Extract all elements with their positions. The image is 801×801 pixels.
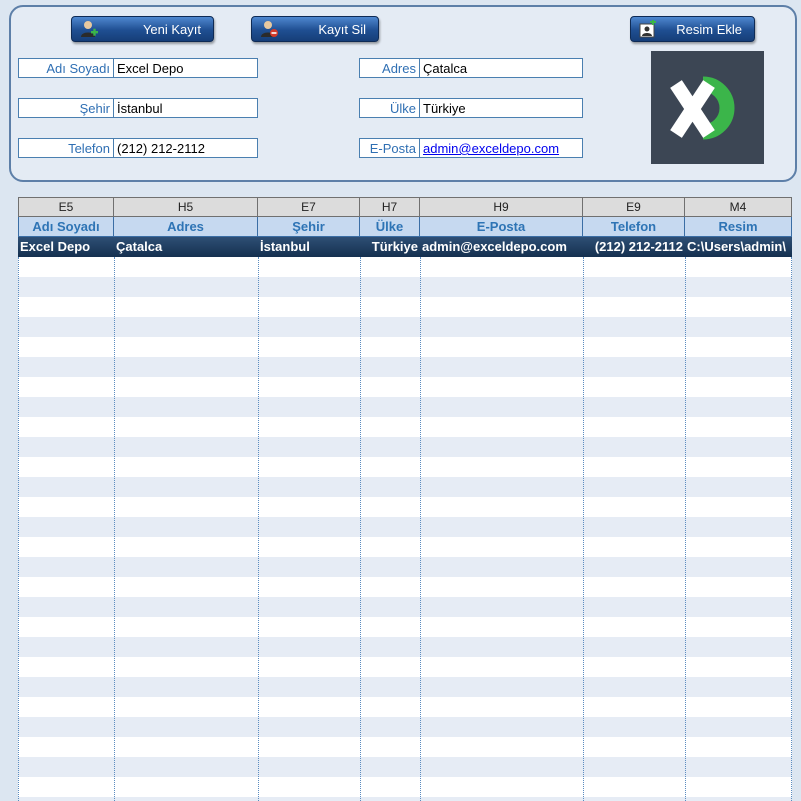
country-field[interactable]: Türkiye: [420, 98, 583, 118]
column-divider: [420, 257, 421, 801]
column-divider: [258, 257, 259, 801]
ref-cell: M4: [685, 197, 792, 217]
column-header-image[interactable]: Resim: [685, 217, 792, 237]
empty-table-rows[interactable]: [18, 257, 792, 801]
ref-cell: E7: [258, 197, 360, 217]
column-header-country[interactable]: Ülke: [360, 217, 420, 237]
ref-cell: E9: [583, 197, 685, 217]
exceldepo-logo-icon: [670, 76, 735, 140]
table-cell[interactable]: İstanbul: [258, 237, 360, 257]
column-divider: [583, 257, 584, 801]
column-divider: [360, 257, 361, 801]
table-cell[interactable]: Excel Depo: [18, 237, 114, 257]
delete-record-label: Kayıt Sil: [318, 22, 366, 37]
table-cell[interactable]: admin@exceldepo.com: [420, 237, 583, 257]
ref-cell: H5: [114, 197, 258, 217]
address-field[interactable]: Çatalca: [420, 58, 583, 78]
city-field[interactable]: İstanbul: [114, 98, 258, 118]
phone-label: Telefon: [18, 138, 114, 158]
country-label: Ülke: [359, 98, 420, 118]
new-record-button[interactable]: Yeni Kayıt: [71, 16, 214, 42]
column-divider: [18, 257, 19, 801]
email-field[interactable]: admin@exceldepo.com: [420, 138, 583, 158]
add-picture-icon: [639, 20, 656, 38]
phone-field[interactable]: (212) 212-2112: [114, 138, 258, 158]
email-label: E-Posta: [359, 138, 420, 158]
column-header-address[interactable]: Adres: [114, 217, 258, 237]
remove-user-icon: [261, 21, 278, 37]
table-cell[interactable]: Çatalca: [114, 237, 258, 257]
column-divider: [791, 257, 792, 801]
table-cell[interactable]: C:\Users\admin\: [685, 237, 792, 257]
table-row[interactable]: Excel Depo Çatalca İstanbul Türkiye admi…: [18, 237, 792, 257]
table-header-row: Adı Soyadı Adres Şehir Ülke E-Posta Tele…: [18, 217, 792, 237]
add-image-label: Resim Ekle: [676, 22, 742, 37]
column-header-name[interactable]: Adı Soyadı: [18, 217, 114, 237]
cell-reference-row: E5 H5 E7 H7 H9 E9 M4: [18, 197, 792, 217]
new-record-label: Yeni Kayıt: [142, 22, 201, 37]
record-image: [651, 51, 764, 164]
column-divider: [685, 257, 686, 801]
city-label: Şehir: [18, 98, 114, 118]
name-label: Adı Soyadı: [18, 58, 114, 78]
ref-cell: H9: [420, 197, 583, 217]
ref-cell: E5: [18, 197, 114, 217]
records-table: E5 H5 E7 H7 H9 E9 M4 Adı Soyadı Adres Şe…: [18, 197, 792, 801]
column-header-phone[interactable]: Telefon: [583, 217, 685, 237]
table-cell[interactable]: (212) 212-2112: [583, 237, 685, 257]
add-image-button[interactable]: Resim Ekle: [630, 16, 755, 42]
name-field[interactable]: Excel Depo: [114, 58, 258, 78]
ref-cell: H7: [360, 197, 420, 217]
column-header-city[interactable]: Şehir: [258, 217, 360, 237]
table-cell[interactable]: Türkiye: [360, 237, 420, 257]
address-label: Adres: [359, 58, 420, 78]
column-header-email[interactable]: E-Posta: [420, 217, 583, 237]
column-divider: [114, 257, 115, 801]
add-user-icon: [81, 21, 98, 37]
delete-record-button[interactable]: Kayıt Sil: [251, 16, 379, 42]
